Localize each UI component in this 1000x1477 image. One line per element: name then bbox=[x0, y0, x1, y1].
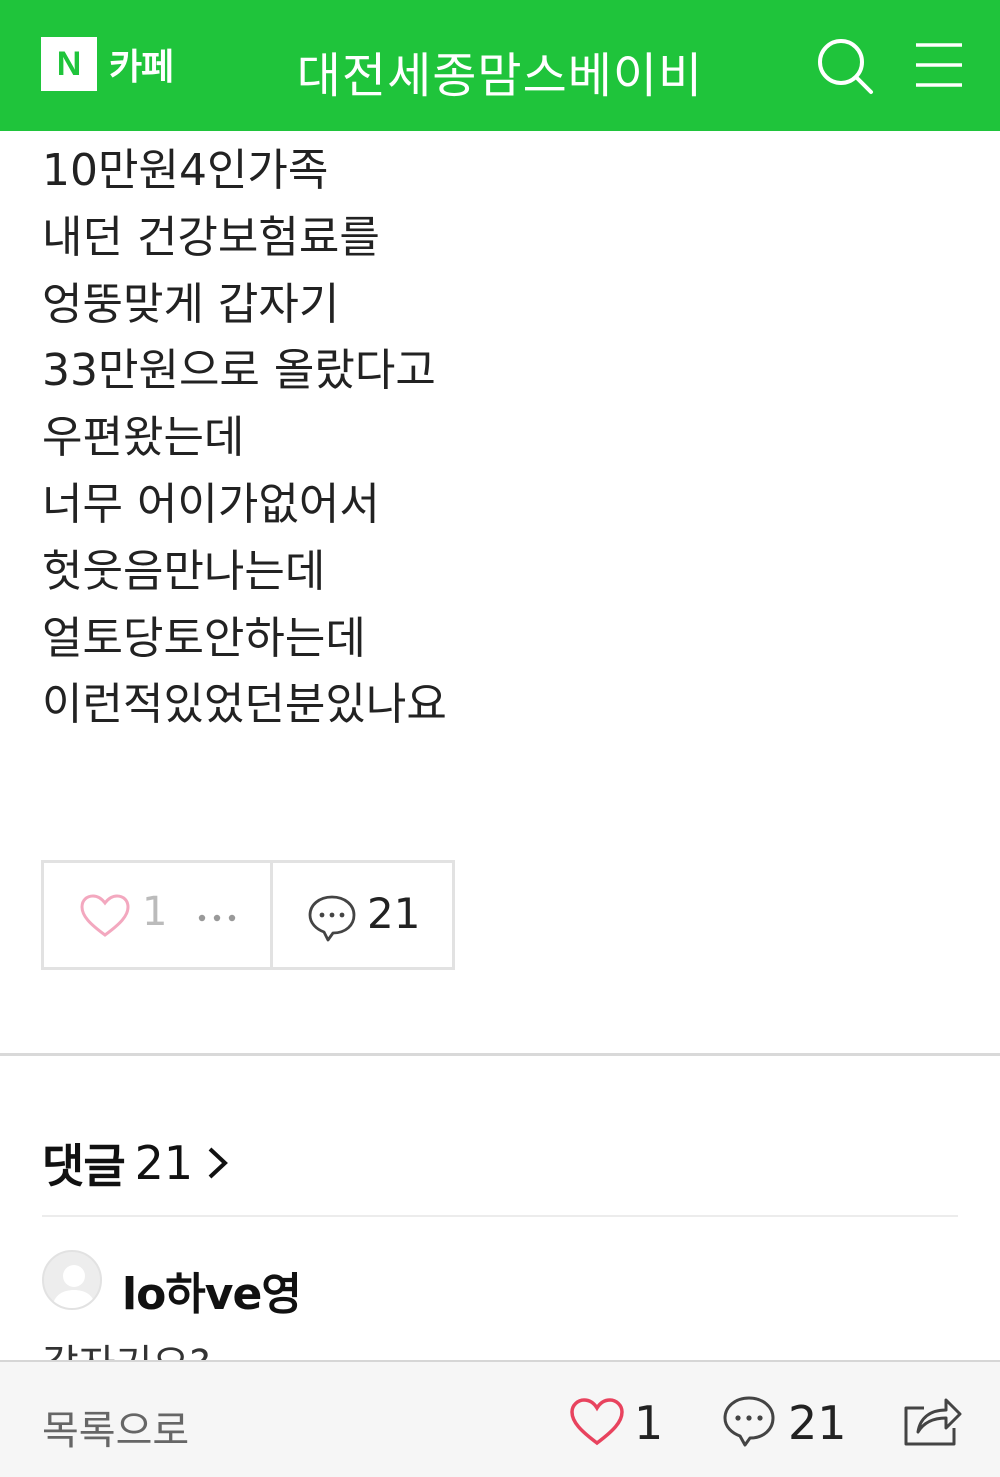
comment-icon bbox=[308, 895, 356, 942]
post-text-line: 33만원으로 올랐다고 bbox=[42, 345, 436, 397]
post-text-line: 얼토당토안하는데 bbox=[42, 612, 366, 664]
share-icon[interactable] bbox=[902, 1392, 962, 1448]
naver-logo-box: N bbox=[41, 37, 97, 91]
comment-count: 21 bbox=[788, 1396, 847, 1450]
chevron-right-icon bbox=[208, 1147, 229, 1179]
logo-label: 카페 bbox=[109, 47, 174, 88]
default-avatar-icon bbox=[52, 1265, 96, 1308]
post-text-line: 너무 어이가없어서 bbox=[42, 478, 380, 530]
more-icon[interactable] bbox=[197, 913, 237, 923]
reaction-box: 1 21 bbox=[41, 860, 455, 970]
comment-author[interactable]: lo하ve영 bbox=[122, 1258, 302, 1322]
post-text-line: 10만원4인가족 bbox=[42, 145, 329, 196]
post-text-line: 헛웃음만나는데 bbox=[42, 545, 326, 597]
post-text-line: 이런적있었던분있나요 bbox=[42, 679, 447, 731]
avatar[interactable] bbox=[42, 1250, 102, 1310]
post-text-line: 엉뚱맞게 갑자기 bbox=[42, 278, 340, 330]
like-section[interactable]: 1 bbox=[44, 863, 273, 967]
comments-divider bbox=[42, 1215, 958, 1217]
heart-icon[interactable] bbox=[570, 1398, 624, 1446]
search-icon[interactable] bbox=[815, 36, 875, 96]
naver-cafe-logo[interactable]: N 카페 bbox=[41, 37, 174, 91]
menu-icon[interactable] bbox=[910, 36, 970, 96]
back-to-list-button[interactable]: 목록으로 bbox=[42, 1398, 189, 1456]
like-count: 1 bbox=[634, 1396, 664, 1450]
post-text-line: 우편왔는데 bbox=[42, 412, 245, 464]
like-count: 1 bbox=[142, 889, 168, 935]
post-text-line: 내던 건강보험료를 bbox=[42, 211, 380, 263]
comment-count: 21 bbox=[367, 889, 421, 938]
bottom-bar: 목록으로 1 21 bbox=[0, 1360, 1000, 1477]
cafe-title[interactable]: 대전세종맘스베이비 bbox=[220, 36, 780, 106]
heart-icon[interactable] bbox=[80, 894, 130, 938]
comments-count: 21 bbox=[134, 1136, 194, 1190]
comment-section[interactable]: 21 bbox=[273, 863, 452, 967]
section-divider bbox=[0, 1053, 1000, 1056]
app-header: N 카페 대전세종맘스베이비 bbox=[0, 0, 1000, 131]
naver-logo-letter: N bbox=[56, 44, 82, 83]
post-body: 10만원4인가족 내던 건강보험료를 엉뚱맞게 갑자기 33만원으로 올랐다고 … bbox=[42, 138, 942, 739]
comments-header[interactable]: 댓글 21 bbox=[42, 1130, 231, 1196]
comments-label: 댓글 bbox=[42, 1139, 126, 1193]
comment-icon[interactable] bbox=[722, 1394, 776, 1448]
